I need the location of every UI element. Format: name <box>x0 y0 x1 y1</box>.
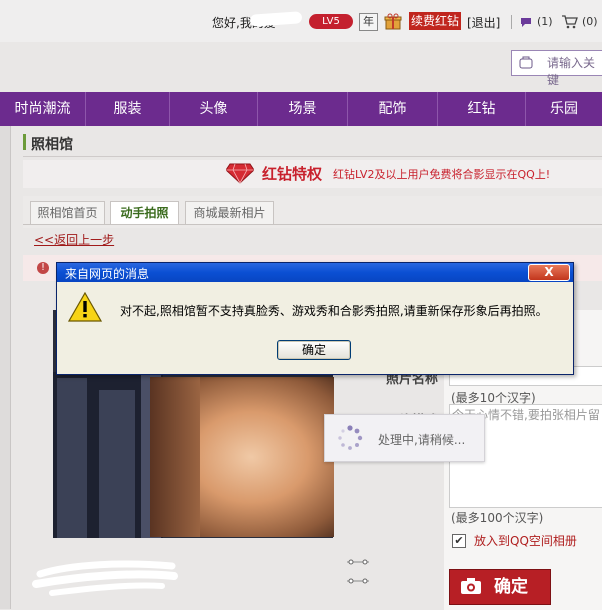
dialog-ok-button[interactable]: 确定 <box>277 340 351 360</box>
slider-handle[interactable] <box>347 554 369 565</box>
nav-item-scene[interactable]: 场景 <box>258 92 348 126</box>
cart-count[interactable]: (0) <box>582 15 598 28</box>
logout-link[interactable]: [退出] <box>467 14 500 31</box>
building-shape <box>99 390 135 538</box>
main-nav: 时尚潮流 服装 头像 场景 配饰 红钻 乐园 <box>0 92 602 126</box>
warning-icon <box>67 291 103 322</box>
divider <box>511 15 512 29</box>
building-shape <box>57 378 87 538</box>
camera-icon <box>460 577 482 595</box>
info-icon: ! <box>37 262 49 274</box>
divider <box>23 224 602 225</box>
gift-icon[interactable] <box>384 13 402 30</box>
nav-item-clothing[interactable]: 服装 <box>86 92 170 126</box>
dialog-message: 对不起,照相馆暂不支持真脸秀、游戏秀和合影秀拍照,请重新保存形象后再拍照。 <box>120 304 548 318</box>
vip-banner-description: 红钻LV2及以上用户免费将合影显示在QQ上! <box>333 168 551 181</box>
confirm-photo-label: 确定 <box>494 577 528 597</box>
nav-item-avatar[interactable]: 头像 <box>170 92 258 126</box>
tab-studio-home[interactable]: 照相馆首页 <box>30 201 105 225</box>
portrait-hair <box>150 377 200 537</box>
message-icon[interactable] <box>520 16 532 28</box>
dialog-close-button[interactable]: X <box>528 264 570 281</box>
back-link[interactable]: <<返回上一步 <box>34 231 114 248</box>
loading-text: 处理中,请稍候... <box>378 433 466 447</box>
renew-vip-button[interactable]: 续费红钻 <box>409 12 461 30</box>
left-sidebar <box>0 126 11 609</box>
section-marker <box>23 134 26 150</box>
diamond-icon <box>225 162 255 184</box>
search-icon <box>518 54 534 70</box>
annual-badge[interactable]: 年 <box>359 13 378 31</box>
slider-handle[interactable] <box>347 573 369 584</box>
scene-background <box>53 372 163 538</box>
nav-item-fashion[interactable]: 时尚潮流 <box>0 92 86 126</box>
page-title: 照相馆 <box>31 137 73 153</box>
message-count[interactable]: (1) <box>537 15 553 28</box>
nav-item-red-diamond[interactable]: 红钻 <box>438 92 526 126</box>
photo-desc-hint: (最多100个汉字) <box>451 511 544 525</box>
dialog-title: 来自网页的消息 <box>65 267 150 281</box>
vip-level-badge[interactable]: LV5 <box>309 14 353 29</box>
nav-item-accessories[interactable]: 配饰 <box>348 92 438 126</box>
tab-take-photo[interactable]: 动手拍照 <box>110 201 179 225</box>
vip-level-label: LV5 <box>322 16 340 27</box>
divider <box>23 156 602 157</box>
vip-banner-title: 红钻特权 <box>262 165 323 183</box>
nav-item-paradise[interactable]: 乐园 <box>526 92 602 126</box>
tab-latest-photos[interactable]: 商城最新相片 <box>185 201 274 225</box>
cart-icon[interactable] <box>562 15 578 29</box>
share-to-qzone-label[interactable]: 放入到QQ空间相册 <box>474 532 577 549</box>
spinner-icon <box>337 425 363 451</box>
redaction-scribble <box>32 558 182 598</box>
search-placeholder: 请输入关键 <box>547 56 596 87</box>
share-to-qzone-checkbox[interactable]: ✔ <box>452 534 466 548</box>
